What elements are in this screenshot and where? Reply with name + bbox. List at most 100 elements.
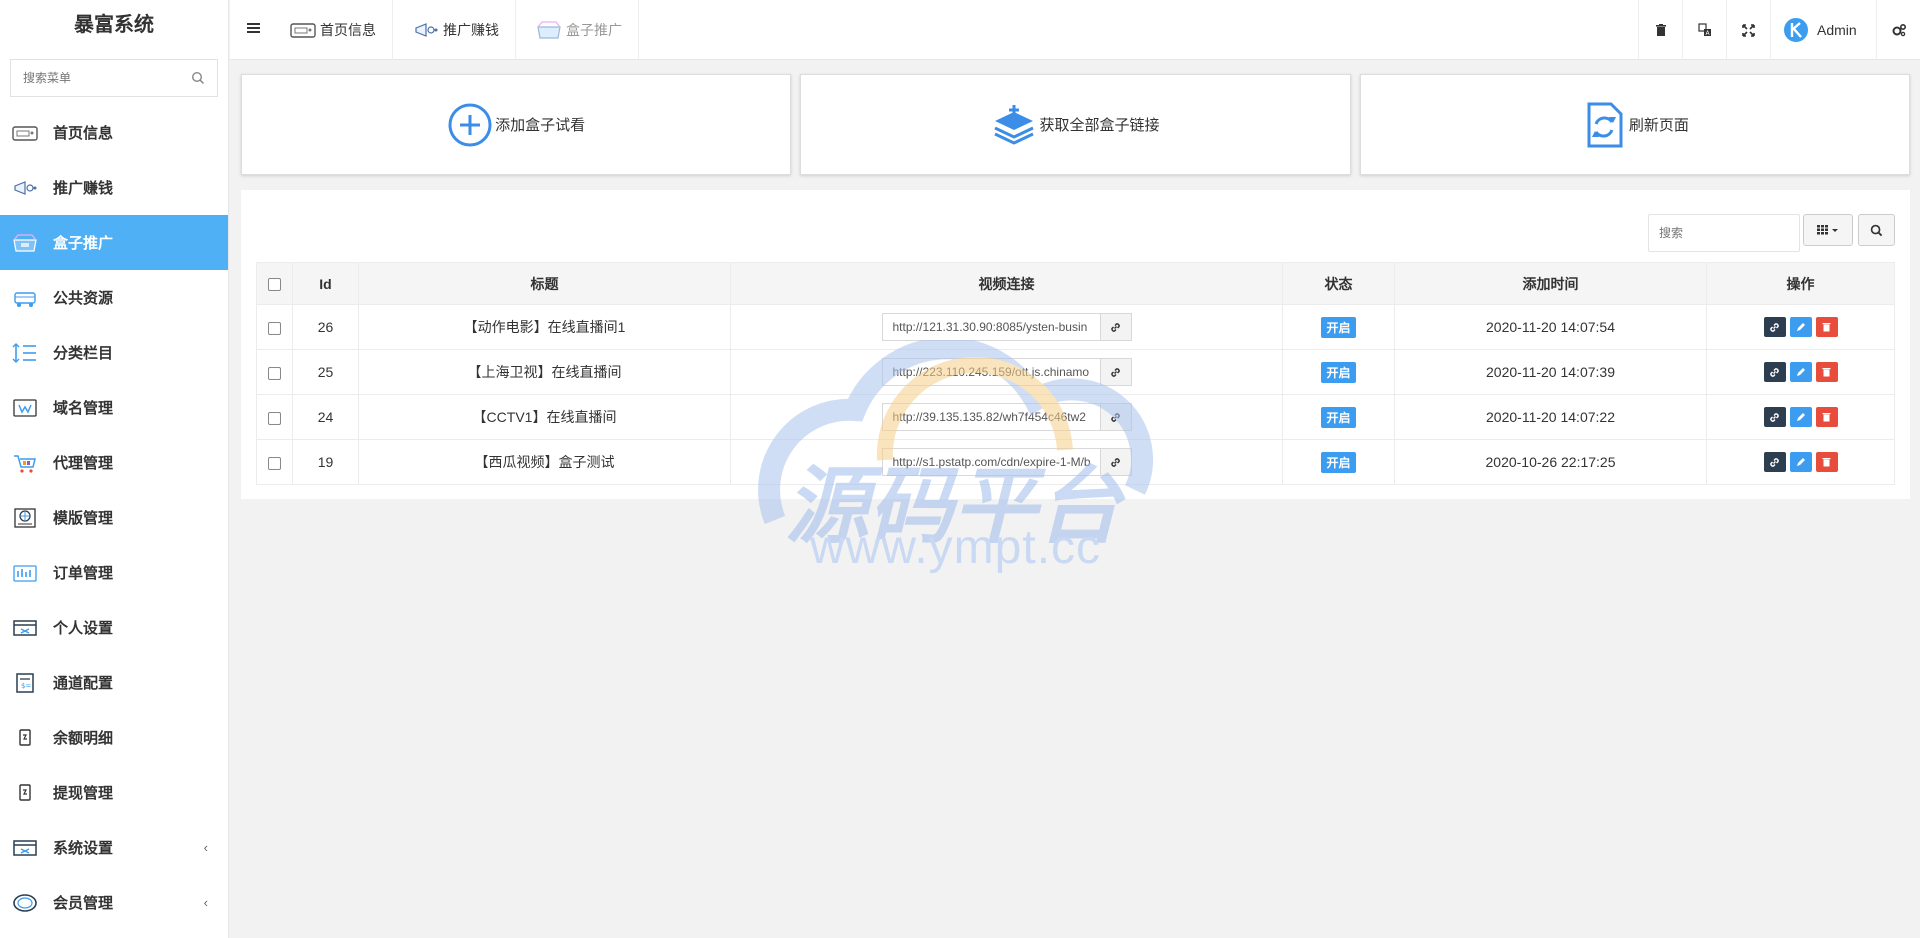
fullscreen-button[interactable] — [1726, 0, 1770, 60]
sidebar-item-withdraw[interactable]: 提现管理 — [0, 765, 228, 820]
sidebar-item-label: 余额明细 — [53, 730, 114, 747]
sidebar-item-resources[interactable]: 公共资源 — [0, 270, 228, 325]
sidebar-item-label: 通道配置 — [53, 675, 114, 692]
status-badge[interactable]: 开启 — [1321, 316, 1356, 338]
open-url-button[interactable] — [1099, 313, 1132, 341]
header-status[interactable]: 状态 — [1282, 262, 1395, 305]
pencil-icon — [1796, 458, 1805, 466]
delete-button[interactable] — [1815, 362, 1838, 382]
edit-button[interactable] — [1789, 407, 1812, 427]
header-select-all[interactable] — [256, 262, 293, 305]
row-id: 25 — [292, 349, 359, 395]
sidebar-item-box-promote[interactable]: 盒子推广 — [0, 215, 228, 270]
sidebar-item-balance[interactable]: 余额明细 — [0, 710, 228, 765]
copy-link-button[interactable] — [1763, 407, 1786, 427]
row-ops — [1706, 349, 1895, 395]
action-label: 添加盒子试看 — [495, 117, 586, 134]
sidebar-item-channel[interactable]: $= 通道配置 — [0, 655, 228, 710]
sidebar-item-label: 代理管理 — [53, 455, 114, 472]
action-cards: 添加盒子试看 获取全部盒子链接 刷新页面 — [241, 74, 1910, 175]
row-checkbox[interactable] — [268, 366, 281, 380]
row-select-cell — [256, 439, 293, 485]
watermark-url: www.ympt.cc — [810, 521, 1102, 574]
table-header-row: Id 标题 视频连接 状态 添加时间 操作 — [256, 262, 1895, 305]
hamburger-menu-icon[interactable] — [247, 21, 261, 35]
box-table: Id 标题 视频连接 状态 添加时间 操作 26 【动作电影】在线直播间1 ht… — [256, 262, 1895, 485]
tab-promote[interactable]: 推广赚钱 — [393, 0, 516, 60]
sidebar-item-member[interactable]: 会员管理 ‹ — [0, 875, 228, 930]
delete-button[interactable] — [1815, 407, 1838, 427]
edit-button[interactable] — [1789, 362, 1812, 382]
row-ops — [1706, 304, 1895, 350]
columns-toggle-button[interactable] — [1803, 214, 1853, 246]
sidebar-item-category[interactable]: 分类栏目 — [0, 325, 228, 380]
open-url-button[interactable] — [1099, 358, 1132, 386]
row-status-cell: 开启 — [1282, 394, 1395, 440]
sidebar-item-label: 公共资源 — [53, 290, 114, 307]
tab-box-promote[interactable]: 盒子推广 — [516, 0, 639, 60]
sidebar-item-domain[interactable]: 域名管理 — [0, 380, 228, 435]
status-badge[interactable]: 开启 — [1321, 406, 1356, 428]
clear-cache-button[interactable] — [1638, 0, 1682, 60]
open-url-button[interactable] — [1099, 448, 1132, 476]
copy-link-button[interactable] — [1763, 452, 1786, 472]
header-added-time[interactable]: 添加时间 — [1394, 262, 1707, 305]
url-text[interactable]: http://39.135.135.82/wh7f454c46tw2 — [881, 403, 1100, 431]
personal-settings-icon — [12, 617, 38, 639]
get-all-box-links-button[interactable]: 获取全部盒子链接 — [800, 74, 1351, 175]
header-video-url[interactable]: 视频连接 — [730, 262, 1283, 305]
layers-icon — [994, 104, 1035, 145]
sidebar-item-template[interactable]: 模版管理 — [0, 490, 228, 545]
status-badge[interactable]: 开启 — [1321, 361, 1356, 383]
copy-link-button[interactable] — [1763, 362, 1786, 382]
user-menu[interactable]: Admin — [1770, 0, 1876, 60]
row-title: 【西瓜视频】盒子测试 — [358, 439, 731, 485]
sidebar-item-order[interactable]: 订单管理 — [0, 545, 228, 600]
sidebar-item-personal-settings[interactable]: 个人设置 — [0, 600, 228, 655]
link-icon — [1770, 322, 1779, 332]
edit-button[interactable] — [1789, 317, 1812, 337]
header-id[interactable]: Id — [292, 262, 359, 305]
row-select-cell — [256, 394, 293, 440]
settings-button[interactable] — [1876, 0, 1920, 60]
sidebar-item-system-settings[interactable]: 系统设置 ‹ — [0, 820, 228, 875]
header-title[interactable]: 标题 — [358, 262, 731, 305]
copy-link-button[interactable] — [1763, 317, 1786, 337]
table-search-input[interactable] — [1649, 215, 1799, 251]
row-id: 24 — [292, 394, 359, 440]
url-text[interactable]: http://s1.pstatp.com/cdn/expire-1-M/b — [881, 448, 1100, 476]
url-text[interactable]: http://121.31.30.90:8085/ysten-busin — [881, 313, 1100, 341]
status-badge[interactable]: 开启 — [1321, 451, 1356, 473]
row-checkbox[interactable] — [268, 411, 281, 425]
table-search-button[interactable] — [1858, 214, 1895, 246]
add-box-trial-button[interactable]: 添加盒子试看 — [241, 74, 792, 175]
row-url-cell: http://39.135.135.82/wh7f454c46tw2 — [730, 394, 1283, 440]
row-checkbox[interactable] — [268, 456, 281, 470]
sidebar-item-agent[interactable]: 代理管理 — [0, 435, 228, 490]
home-card-icon — [12, 122, 38, 144]
row-checkbox[interactable] — [268, 321, 281, 335]
row-select-cell — [256, 349, 293, 395]
open-url-button[interactable] — [1099, 403, 1132, 431]
sidebar-item-label: 订单管理 — [53, 565, 114, 582]
sidebar-item-promote[interactable]: 推广赚钱 — [0, 160, 228, 215]
sidebar-item-home[interactable]: 首页信息 — [0, 105, 228, 160]
sidebar-item-label: 推广赚钱 — [53, 180, 114, 197]
table-row: 26 【动作电影】在线直播间1 http://121.31.30.90:8085… — [256, 304, 1895, 350]
search-icon[interactable] — [191, 71, 205, 85]
pencil-icon — [1796, 323, 1805, 331]
avatar — [1784, 18, 1808, 42]
user-name: Admin — [1817, 22, 1857, 38]
edit-button[interactable] — [1789, 452, 1812, 472]
top-header: 首页信息 推广赚钱 盒子推广 A Admin — [230, 0, 1920, 60]
translate-button[interactable]: A — [1682, 0, 1726, 60]
row-url-cell: http://s1.pstatp.com/cdn/expire-1-M/b — [730, 439, 1283, 485]
search-icon — [1870, 224, 1883, 236]
delete-button[interactable] — [1815, 452, 1838, 472]
url-text[interactable]: http://223.110.245.159/ott.js.chinamo — [881, 358, 1100, 386]
refresh-page-button[interactable]: 刷新页面 — [1359, 74, 1910, 175]
delete-button[interactable] — [1815, 317, 1838, 337]
select-all-checkbox[interactable] — [268, 278, 281, 292]
menu-search-input[interactable] — [11, 60, 217, 96]
tab-home[interactable]: 首页信息 — [270, 0, 393, 60]
